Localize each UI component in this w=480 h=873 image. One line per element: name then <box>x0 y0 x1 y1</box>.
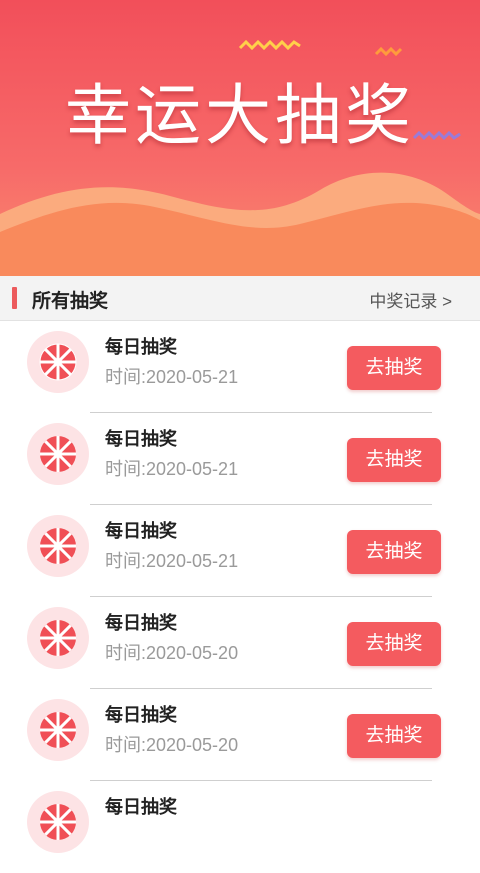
section-header: 所有抽奖 中奖记录 > <box>0 276 480 321</box>
list-item: 每日抽奖 时间:2020-05-20 去抽奖 <box>0 689 480 781</box>
list-item: 每日抽奖 <box>0 781 480 873</box>
list-item: 每日抽奖 时间:2020-05-21 去抽奖 <box>0 321 480 413</box>
item-title: 每日抽奖 <box>105 429 177 449</box>
lottery-wheel-icon <box>27 331 89 393</box>
draw-button[interactable]: 去抽奖 <box>347 530 441 574</box>
draw-button[interactable]: 去抽奖 <box>347 346 441 390</box>
lottery-wheel-icon <box>27 791 89 853</box>
item-title: 每日抽奖 <box>105 797 177 817</box>
lottery-wheel-icon <box>27 515 89 577</box>
list-item: 每日抽奖 时间:2020-05-21 去抽奖 <box>0 413 480 505</box>
item-title: 每日抽奖 <box>105 705 177 725</box>
draw-button[interactable]: 去抽奖 <box>347 438 441 482</box>
banner-title: 幸运大抽奖 <box>65 77 415 154</box>
list-item: 每日抽奖 时间:2020-05-21 去抽奖 <box>0 505 480 597</box>
item-time: 时间:2020-05-20 <box>105 735 239 755</box>
item-time: 时间:2020-05-21 <box>105 551 239 571</box>
item-time: 时间:2020-05-21 <box>105 367 239 387</box>
item-time: 时间:2020-05-20 <box>105 643 239 663</box>
item-title: 每日抽奖 <box>105 337 177 357</box>
list-item: 每日抽奖 时间:2020-05-20 去抽奖 <box>0 597 480 689</box>
draw-button[interactable]: 去抽奖 <box>347 622 441 666</box>
lottery-wheel-icon <box>27 607 89 669</box>
item-time: 时间:2020-05-21 <box>105 459 239 479</box>
section-title: 所有抽奖 <box>32 291 109 312</box>
item-title: 每日抽奖 <box>105 521 177 541</box>
lottery-wheel-icon <box>27 423 89 485</box>
section-marker <box>12 287 17 309</box>
lottery-list: 每日抽奖 时间:2020-05-21 去抽奖 每日抽奖 时间:2020-05-2… <box>0 321 480 873</box>
draw-button[interactable]: 去抽奖 <box>347 714 441 758</box>
banner: 幸运大抽奖 <box>0 0 480 276</box>
lottery-wheel-icon <box>27 699 89 761</box>
winning-records-link[interactable]: 中奖记录 > <box>369 287 452 312</box>
item-title: 每日抽奖 <box>105 613 177 633</box>
